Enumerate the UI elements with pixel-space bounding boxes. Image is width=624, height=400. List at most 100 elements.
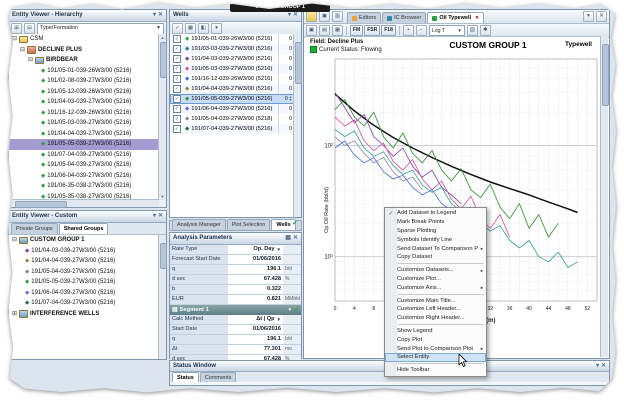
tree-well-item[interactable]: ◆191/05-04-039-27W3/00 (5216) [9, 160, 159, 171]
tree-well-item[interactable]: ◆191/05-01-039-26W3/00 (5216) [9, 66, 159, 77]
zoom-in-icon[interactable]: + [403, 25, 414, 36]
well-value[interactable]: 0 [278, 64, 294, 74]
zoom-out-icon[interactable]: − [416, 25, 427, 36]
parameter-value[interactable]: Δt | Qp▼ [228, 315, 283, 324]
camera-icon[interactable]: ▣ [306, 25, 317, 36]
settings-gear-icon[interactable]: ✱ [480, 25, 491, 36]
well-value[interactable]: 0 [278, 74, 294, 84]
wells-vertical-scrollbar[interactable] [293, 34, 301, 217]
wells-row[interactable]: ✓◆191/05-01-039-26W3/00 (5216)0 [170, 34, 294, 44]
menu-item-copy-dataset[interactable]: Copy Dataset [385, 253, 486, 262]
tree-well-item[interactable]: ◆191/07-04-039-27W3/00 (5216) [9, 298, 159, 309]
plot-tab-oil-typewell[interactable]: Oil Typewell✕ [427, 12, 484, 23]
close-icon[interactable]: ✕ [293, 233, 298, 244]
scrollbar-thumb[interactable] [295, 42, 302, 84]
axis-scale-select[interactable]: Log T ▼ [429, 25, 465, 36]
menu-item-add-dataset-to-legend[interactable]: ✓Add Dataset to Legend [385, 209, 486, 218]
tree-well-item[interactable]: ◆191/16-12-039-26W3/00 (5216) [9, 108, 159, 119]
grid-view-icon[interactable]: ▦ [185, 23, 196, 34]
menu-item-hide-toolbar[interactable]: Hide Toolbar [385, 366, 486, 375]
well-value[interactable]: 0 [278, 104, 294, 114]
tree-well-item[interactable]: ◆191/05-05-039-27W3/00 (5216) [9, 277, 159, 288]
close-icon[interactable]: ✕ [158, 211, 163, 222]
hierarchy-vertical-scrollbar[interactable]: ▲ ▼ [158, 34, 166, 200]
scrollbar-thumb[interactable] [160, 42, 167, 78]
close-icon[interactable]: ✕ [158, 10, 163, 21]
checkbox-icon[interactable]: ✓ [173, 75, 181, 83]
expander-icon[interactable]: ⊟ [27, 55, 34, 66]
scrollbar-thumb[interactable] [15, 201, 67, 208]
checkbox-icon[interactable]: ✓ [173, 115, 181, 123]
checkbox-icon[interactable]: ✓ [173, 105, 181, 113]
menu-item-customize-plot[interactable]: Customize Plot... [385, 275, 486, 284]
close-icon[interactable]: ✕ [596, 11, 607, 22]
tree-well-item[interactable]: ◆191/05-12-039-26W3/00 (5216) [9, 87, 159, 98]
tree-well-item[interactable]: ◆191/04-04-039-27W3/00 (5216) [9, 129, 159, 140]
tree-well-item[interactable]: ◆191/06-04-039-27W3/00 (5216) [9, 171, 159, 182]
parameter-value[interactable]: 01/06/2016 [228, 255, 283, 264]
menu-item-symbols-identify-line[interactable]: Symbols Identify Line [385, 235, 486, 244]
hierarchy-horizontal-scrollbar[interactable] [9, 199, 159, 207]
parameter-value[interactable]: 196.1 [228, 335, 283, 344]
menu-item-copy-plot[interactable]: Copy Plot [385, 335, 486, 344]
expander-icon[interactable]: ⊟ [19, 45, 26, 56]
parameter-value[interactable]: 0.322 [228, 285, 283, 294]
wells-row[interactable]: ✓◆191/05-05-039-27W3/00 (5216)0▲▼ [170, 94, 294, 104]
tree-group-interference-wells[interactable]: ⊞INTERFERENCE WELLS [9, 309, 159, 320]
toolbar-button-fsr[interactable]: FSR [364, 25, 380, 36]
expander-icon[interactable]: ⊟ [11, 235, 18, 246]
copy-icon[interactable]: ▤ [319, 25, 330, 36]
menu-item-sparse-plotting[interactable]: Sparse Plotting [385, 227, 486, 236]
dock-tab-analysis-manager[interactable]: Analysis Manager [172, 219, 226, 230]
parameter-value[interactable]: 77.301 [228, 345, 283, 354]
check-all-icon[interactable]: ✓ [172, 23, 183, 34]
parameter-value[interactable]: 196.1 [228, 265, 283, 274]
custom-tab-private-groups[interactable]: Private Groups [11, 223, 58, 234]
filter-icon[interactable]: ◧ [198, 23, 209, 34]
pin-icon[interactable]: ▾ [153, 211, 156, 222]
menu-item-show-legend[interactable]: Show Legend [385, 327, 486, 336]
menu-item-customize-axis[interactable]: Customize Axis...► [385, 283, 486, 292]
save-icon[interactable]: ▣ [319, 11, 330, 22]
checkbox-icon[interactable]: ✓ [173, 55, 181, 63]
table-icon[interactable]: ▦ [285, 233, 291, 244]
plot-tab-ic-browser[interactable]: IC Browser [382, 12, 426, 23]
sort-icon[interactable]: ▾ [211, 23, 222, 34]
wells-row[interactable]: ✓◆191/04-04-039-27W3/00 (5216)0 [170, 84, 294, 94]
legend-icon[interactable]: ▧ [467, 25, 478, 36]
tree-well-item[interactable]: ◆191/02-08-039-27W3/00 (5216) [9, 76, 159, 87]
tree-well-item[interactable]: ◆191/05-05-039-27W3/00 (5216) [9, 139, 159, 150]
chevron-down-icon[interactable]: ▼ [288, 305, 292, 315]
parameter-value[interactable]: 67.428 [228, 275, 283, 284]
expand-all-icon[interactable]: ⊞ [11, 23, 22, 34]
wells-row[interactable]: ✓◆191/16-12-039-26W3/00 (5216)0 [170, 74, 294, 84]
checkbox-icon[interactable]: ✓ [173, 45, 181, 53]
close-icon[interactable]: ✕ [475, 13, 479, 23]
toolbar-button-fm[interactable]: FM [350, 25, 363, 36]
print-icon[interactable]: ▦ [332, 25, 343, 36]
tree-group-custom-group-1[interactable]: ⊟CUSTOM GROUP 1 [9, 235, 159, 246]
scroll-up-icon[interactable]: ▲ [159, 34, 166, 41]
expander-icon[interactable]: ⊞ [11, 309, 18, 320]
custom-vertical-scrollbar[interactable] [158, 235, 166, 359]
hierarchy-filter-select[interactable]: Type/Formation ▼ [37, 23, 164, 35]
menu-item-mark-break-points[interactable]: Mark Break Points [385, 218, 486, 227]
toolbar-button-f18[interactable]: F18 [381, 25, 396, 36]
checkbox-icon[interactable]: ✓ [173, 95, 181, 103]
menu-item-send-plot-to-comparison-plot[interactable]: Send Plot to Comparison Plot► [385, 344, 486, 353]
collapse-all-icon[interactable]: ⊟ [24, 23, 35, 34]
close-icon[interactable]: ✕ [601, 361, 606, 371]
plot-vertical-scrollbar[interactable] [600, 36, 608, 357]
tree-well-item[interactable]: ◆191/05-03-039-27W3/00 (5216) [9, 118, 159, 129]
wells-row[interactable]: ✓◆191/07-04-039-27W3/00 (5216)0 [170, 124, 294, 134]
chart-icon[interactable]: ▥ [332, 11, 343, 22]
menu-item-customize-datasets[interactable]: Customize Datasets...► [385, 266, 486, 275]
tree-well-item[interactable]: ◆191/05-04-039-27W3/00 (5216) [9, 267, 159, 278]
menu-item-customize-main-title[interactable]: Customize Main Title... [385, 296, 486, 305]
menu-item-select-entity[interactable]: Select Entity [385, 353, 486, 362]
tree-well-item[interactable]: ◆191/04-04-039-27W3/00 (5216) [9, 256, 159, 267]
tree-group-birdbear[interactable]: ⊟BIRDBEAR [9, 55, 159, 66]
pin-icon[interactable]: ▾ [153, 10, 156, 21]
spinner-icon[interactable]: ▲▼ [289, 96, 292, 102]
segment-header[interactable]: ▤ Segment 1 ▼ ✓ [170, 305, 301, 315]
